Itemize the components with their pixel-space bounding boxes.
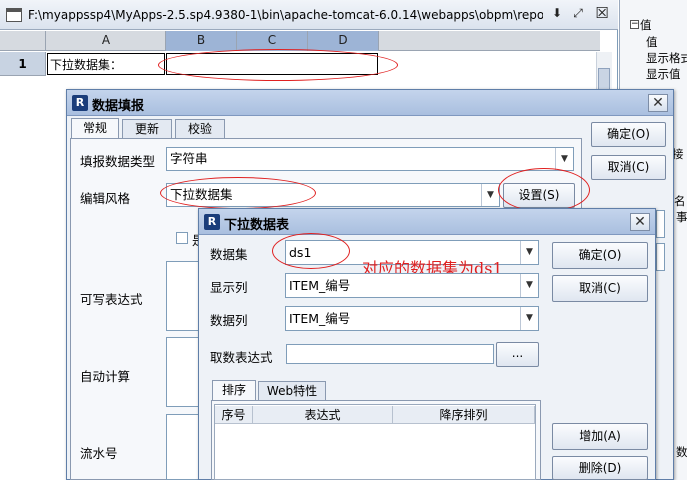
property-item[interactable]: 值 — [646, 34, 658, 50]
data-fill-title: 数据填报 — [92, 99, 145, 114]
property-item[interactable]: 数 — [676, 444, 687, 460]
close-icon[interactable]: ☒ — [594, 6, 610, 22]
hidden-field — [656, 210, 665, 238]
sort-column-header[interactable]: 降序排列 — [393, 406, 535, 424]
serial-number-label: 流水号 — [80, 446, 118, 461]
auto-calc-label: 自动计算 — [80, 369, 131, 384]
settings-button[interactable]: 设置(S) — [503, 183, 575, 208]
window-icon — [6, 8, 22, 22]
chevron-down-icon[interactable]: ▼ — [520, 274, 538, 297]
data-column-label: 数据列 — [210, 313, 248, 328]
property-item[interactable]: 事 — [676, 209, 687, 225]
serial-number-input[interactable] — [166, 414, 202, 480]
dataset-label: 数据集 — [210, 247, 248, 262]
tab-update[interactable]: 更新 — [122, 119, 172, 138]
fetch-expression-input[interactable] — [286, 344, 494, 364]
property-item[interactable]: 显示格式 — [646, 50, 687, 66]
cancel-button[interactable]: 取消(C) — [591, 155, 666, 180]
minimize-icon[interactable]: ⬇ — [549, 6, 565, 22]
property-item[interactable]: 显示值 — [646, 66, 681, 82]
sort-column-header[interactable]: 表达式 — [253, 406, 393, 424]
window-title: F:\myappssp4\MyApps-2.5.sp4.9380-1\bin\a… — [28, 8, 543, 22]
add-button[interactable]: 增加(A) — [552, 423, 648, 450]
row-header-1[interactable]: 1 — [0, 52, 46, 76]
cell-b1-merged[interactable] — [166, 53, 378, 75]
sort-column-header[interactable]: 序号 — [215, 406, 253, 424]
column-header-d[interactable]: D — [308, 31, 379, 51]
chevron-down-icon[interactable]: ▼ — [555, 148, 573, 170]
column-header-c[interactable]: C — [237, 31, 308, 51]
checkbox[interactable] — [176, 232, 188, 244]
chevron-down-icon[interactable]: ▼ — [520, 241, 538, 264]
tab-web-properties[interactable]: Web特性 — [258, 381, 326, 400]
tab-sort[interactable]: 排序 — [212, 380, 256, 400]
auto-calc-input[interactable] — [166, 337, 202, 407]
dropdown-ok-button[interactable]: 确定(O) — [552, 242, 648, 269]
expression-editor-button[interactable]: ... — [496, 342, 539, 367]
column-header-b[interactable]: B — [166, 31, 237, 51]
cell-a1[interactable]: 下拉数据集： — [47, 53, 165, 75]
edit-style-select[interactable]: 下拉数据集 — [166, 183, 500, 207]
app-logo-icon: R — [204, 214, 220, 230]
dropdown-table-close-icon[interactable]: ✕ — [630, 213, 650, 231]
restore-icon[interactable]: ⤢ — [570, 6, 586, 22]
chevron-down-icon[interactable]: ▼ — [481, 184, 499, 206]
data-fill-close-icon[interactable]: ✕ — [648, 94, 668, 112]
data-fill-title-bar — [67, 90, 673, 116]
fetch-expression-label: 取数表达式 — [210, 350, 273, 365]
column-header-a[interactable]: A — [47, 31, 166, 51]
delete-button[interactable]: 删除(D) — [552, 456, 648, 480]
writable-expression-input[interactable] — [166, 261, 202, 331]
chevron-down-icon[interactable]: ▼ — [520, 307, 538, 330]
tab-general[interactable]: 常规 — [71, 118, 119, 138]
tab-validate[interactable]: 校验 — [175, 119, 225, 138]
app-logo-icon: R — [72, 95, 88, 111]
data-column-select[interactable]: ITEM_编号 — [285, 306, 539, 331]
display-column-label: 显示列 — [210, 280, 248, 295]
property-item[interactable]: 值 — [640, 17, 652, 33]
edit-style-label: 编辑风格 — [80, 191, 131, 206]
fill-type-select[interactable]: 字符串 — [166, 147, 574, 171]
hidden-field — [656, 243, 665, 271]
corner-cell[interactable] — [0, 31, 46, 51]
ok-button[interactable]: 确定(O) — [591, 122, 666, 147]
display-column-select[interactable]: ITEM_编号 — [285, 273, 539, 298]
property-item[interactable]: 名 — [674, 193, 686, 209]
fill-type-label: 填报数据类型 — [80, 154, 156, 169]
dropdown-cancel-button[interactable]: 取消(C) — [552, 275, 648, 302]
dropdown-table-title: 下拉数据表 — [224, 218, 290, 233]
writable-expression-label: 可写表达式 — [80, 292, 143, 307]
tree-collapse-icon[interactable]: − — [630, 20, 639, 29]
